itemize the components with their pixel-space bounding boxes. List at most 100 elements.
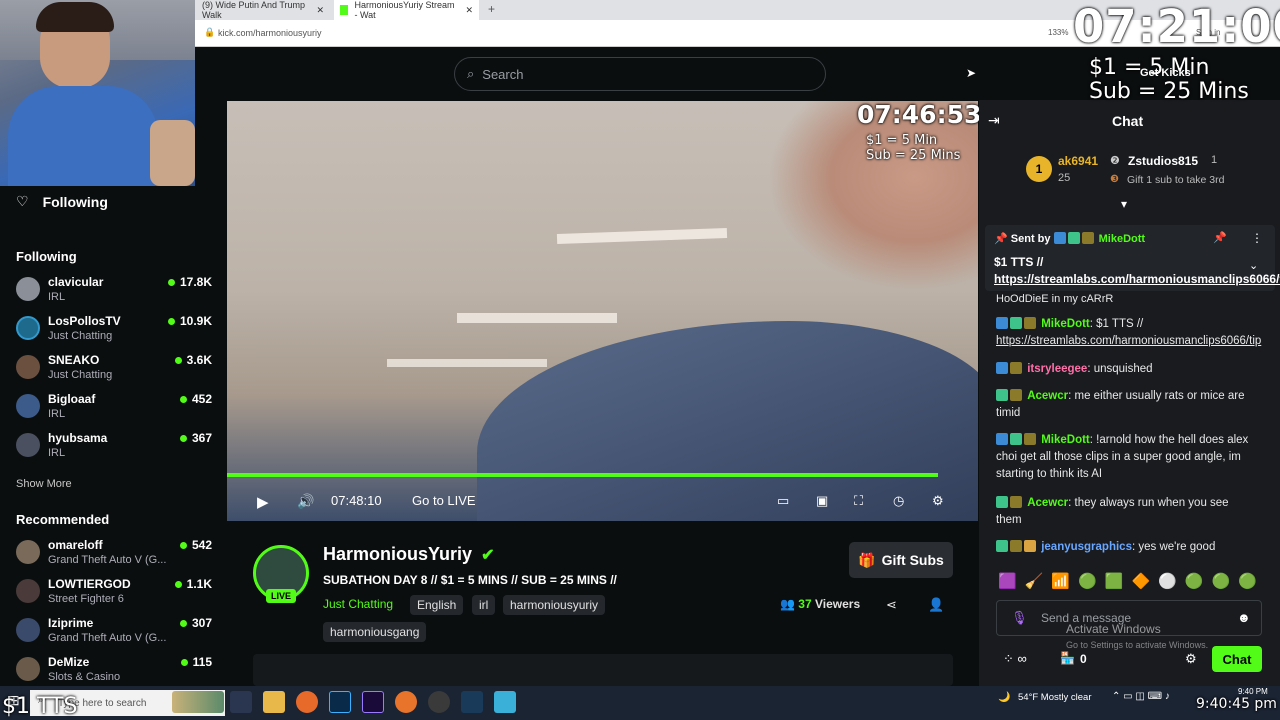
chat-message: itsryleegee: unsquished (996, 361, 1256, 378)
taskbar-clock[interactable]: 9:40 PM (1238, 687, 1268, 696)
emote-icon[interactable]: 🟩 (1105, 572, 1124, 592)
chat-username[interactable]: Acewcr (1027, 390, 1068, 402)
pinned-username[interactable]: MikeDott (1099, 233, 1145, 245)
emoji-icon[interactable]: ☻ (1237, 610, 1251, 625)
pip-icon[interactable]: ▣ (816, 493, 828, 509)
firefox-active-icon[interactable] (395, 691, 417, 713)
avatar (16, 618, 40, 642)
search-highlight-icon[interactable] (172, 691, 224, 713)
emote-icon[interactable]: ⚪ (1158, 572, 1177, 592)
new-tab-icon[interactable]: + (488, 2, 495, 16)
sidebar-channel[interactable]: Bigloaaf IRL 452 (16, 392, 212, 430)
close-icon[interactable]: ✕ (465, 5, 473, 16)
chat-link[interactable]: https://streamlabs.com/harmoniousmanclip… (996, 335, 1261, 347)
weather-text[interactable]: 54°F Mostly clear (1018, 692, 1092, 703)
stream-tag[interactable]: English (410, 595, 464, 615)
close-icon[interactable]: ✕ (316, 5, 324, 16)
sidebar-channel[interactable]: hyubsama IRL 367 (16, 431, 212, 469)
leaderboard-user[interactable]: Zstudios815 (1128, 154, 1198, 168)
volume-icon[interactable]: 🔊 (297, 493, 314, 510)
settings-gear-icon[interactable]: ⚙ (932, 493, 944, 509)
sidebar-channel[interactable]: LosPollosTV Just Chatting 10.9K (16, 314, 212, 352)
browser-tab[interactable]: (9) Wide Putin And Trump Walk ✕ (196, 0, 330, 20)
sidebar-channel[interactable]: omareloff Grand Theft Auto V (G... 542 (16, 538, 212, 576)
channel-category: Slots & Casino (48, 671, 121, 683)
chat-username[interactable]: MikeDott (1041, 434, 1090, 446)
first-place-medal-icon: 1 (1026, 156, 1052, 182)
steam-icon[interactable] (461, 691, 483, 713)
url-text[interactable]: kick.com/harmoniousyuriy (218, 28, 322, 38)
sidebar-channel[interactable]: SNEAKO Just Chatting 3.6K (16, 353, 212, 391)
chat-username[interactable]: itsryleegee (1027, 363, 1087, 375)
streamer-name-row[interactable]: HarmoniousYuriy ✔ (323, 544, 494, 565)
video-player[interactable] (227, 101, 978, 521)
sidebar-channel[interactable]: Iziprime Grand Theft Auto V (G... 307 (16, 616, 212, 654)
activate-windows-subtext: Go to Settings to activate Windows. (1066, 640, 1209, 650)
app-icon[interactable] (494, 691, 516, 713)
microphone-icon[interactable]: 🎙 (1011, 610, 1028, 626)
stream-category-link[interactable]: Just Chatting (323, 597, 393, 611)
play-icon[interactable]: ▶ (257, 493, 269, 511)
emote-icon[interactable]: 🟢 (1078, 572, 1097, 592)
emote-icon[interactable]: 🟢 (1185, 572, 1204, 592)
browser-tab-active[interactable]: HarmoniousYuriy Stream - Wat ✕ (334, 0, 479, 20)
leaderboard-user[interactable]: ak6941 (1058, 154, 1098, 168)
emote-icon[interactable]: 📶 (1051, 572, 1070, 592)
emote-icon[interactable]: 🟢 (1212, 572, 1231, 592)
theater-mode-icon[interactable]: ▭ (777, 493, 789, 509)
share-icon[interactable]: ⋖ (886, 597, 897, 613)
lock-icon: 🔒 (204, 27, 216, 37)
expand-leaderboard-icon[interactable]: ▾ (1121, 197, 1127, 211)
stream-tag[interactable]: harmoniousgang (323, 622, 427, 642)
emote-icon[interactable]: 🟢 (1238, 572, 1257, 592)
chat-username[interactable]: MikeDott (1041, 318, 1090, 330)
webcam-overlay (0, 0, 195, 186)
file-explorer-icon[interactable] (263, 691, 285, 713)
chat-username[interactable]: Acewcr (1027, 497, 1068, 509)
get-kicks-button[interactable]: Get Kicks (1140, 67, 1191, 79)
third-place-icon: ❸ (1110, 174, 1119, 185)
fullscreen-icon[interactable]: ⛶ (854, 493, 863, 509)
chevron-down-icon[interactable]: ⌄ (1249, 259, 1258, 272)
following-section-title: Following (16, 249, 77, 264)
pinned-body: $1 TTS // https://streamlabs.com/harmoni… (994, 254, 1280, 288)
search-input[interactable]: ⌕ Search (454, 57, 826, 91)
follow-user-icon[interactable]: 👤 (928, 597, 944, 613)
gift-subs-button[interactable]: 🎁 Gift Subs (849, 542, 953, 578)
chat-message: MikeDott: !arnold how the hell does alex… (996, 433, 1249, 480)
obs-icon[interactable] (428, 691, 450, 713)
store-icon[interactable]: 🏪 (1060, 651, 1075, 665)
badge-icon (996, 433, 1008, 445)
webcam-shirt (8, 86, 158, 186)
show-more-link[interactable]: Show More (16, 478, 72, 490)
emote-icon[interactable]: 🔶 (1131, 572, 1150, 592)
firefox-icon[interactable] (296, 691, 318, 713)
pin-icon[interactable]: 📌 (1213, 231, 1227, 244)
clip-icon[interactable]: ◷ (893, 493, 904, 509)
sidebar-channel[interactable]: LOWTIERGOD Street Fighter 6 1.1K (16, 577, 212, 615)
system-tray-icons[interactable]: ⌃ ▭ ◫ ⌨ ♪ (1112, 691, 1170, 702)
gift-prompt[interactable]: Gift 1 sub to take 3rd (1127, 174, 1224, 186)
channel-name: omareloff (48, 538, 103, 552)
emote-icon[interactable]: 🟪 (998, 572, 1017, 592)
sidebar-channel[interactable]: clavicular IRL 17.8K (16, 275, 212, 313)
emote-icon[interactable]: 🧹 (1025, 572, 1044, 592)
local-time-overlay: 9:40:45 pm (1196, 696, 1277, 712)
send-chat-button[interactable]: Chat (1212, 646, 1262, 672)
streamer-name[interactable]: HarmoniousYuriy (323, 544, 472, 564)
more-options-icon[interactable]: ⋮ (1251, 231, 1263, 245)
chat-username[interactable]: jeanyusgraphics (1041, 541, 1132, 553)
chat-settings-icon[interactable]: ⚙ (1185, 651, 1197, 667)
progress-bar[interactable] (227, 473, 938, 477)
zoom-level[interactable]: 133% (1048, 28, 1068, 37)
stream-tag[interactable]: harmoniousyuriy (503, 595, 606, 615)
photoshop-icon[interactable] (329, 691, 351, 713)
go-live-button[interactable]: Go to LIVE (412, 493, 476, 508)
channel-points-icon[interactable]: ⁘ ∞ (1003, 651, 1027, 667)
pinned-link[interactable]: https://streamlabs.com/harmoniousmanclip… (994, 272, 1280, 286)
task-view-icon[interactable] (230, 691, 252, 713)
following-nav[interactable]: ♡ Following (16, 193, 108, 210)
premiere-icon[interactable] (362, 691, 384, 713)
stream-tag[interactable]: irl (472, 595, 496, 615)
collapse-chat-icon[interactable]: ⇥ (988, 112, 1000, 129)
